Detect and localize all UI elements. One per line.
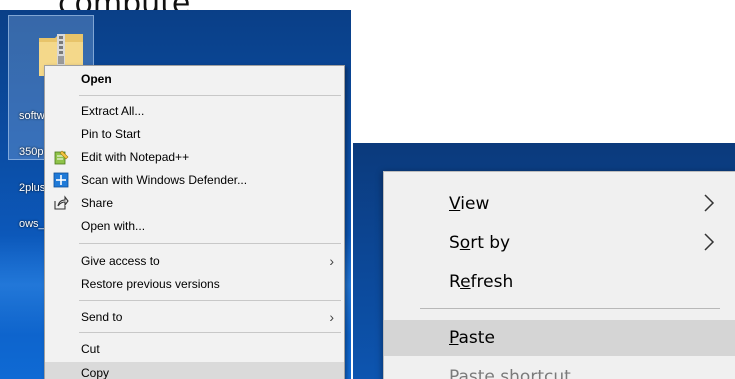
chevron-right-icon: ›: [329, 253, 334, 269]
menu-item-send-to[interactable]: Send to ›: [45, 306, 344, 328]
menu-separator: [79, 95, 341, 96]
menu-separator: [79, 300, 341, 301]
notepad-plus-plus-icon: [54, 150, 69, 165]
menu-item-paste-shortcut: Paste shortcut: [449, 367, 571, 379]
desktop-background-left[interactable]: softw 350p 2plus ows_ 1 Open Extract All…: [0, 10, 351, 379]
desktop-background-right[interactable]: View Sort by Refresh Paste Paste shortcu…: [353, 143, 735, 379]
menu-item-open-with[interactable]: Open with...: [45, 215, 344, 237]
menu-item-share[interactable]: Share: [45, 192, 344, 214]
chevron-right-icon: ›: [329, 309, 334, 325]
windows-defender-icon: [53, 172, 69, 188]
file-context-menu: Open Extract All... Pin to Start Edit wi…: [44, 65, 345, 379]
menu-item-open[interactable]: Open: [45, 68, 344, 90]
menu-item-pin-to-start[interactable]: Pin to Start: [45, 123, 344, 145]
menu-item-refresh[interactable]: Refresh: [384, 264, 735, 300]
menu-item-edit-with-notepad[interactable]: Edit with Notepad++: [45, 146, 344, 168]
menu-item-sort-by[interactable]: Sort by: [384, 225, 735, 261]
menu-item-extract-all[interactable]: Extract All...: [45, 100, 344, 122]
menu-item-scan-windows-defender[interactable]: Scan with Windows Defender...: [45, 169, 344, 191]
menu-separator: [79, 332, 341, 333]
menu-item-paste[interactable]: Paste: [384, 320, 735, 356]
chevron-right-icon: [704, 233, 715, 251]
menu-item-restore-previous-versions[interactable]: Restore previous versions: [45, 273, 344, 295]
share-icon: [54, 195, 69, 210]
menu-item-copy[interactable]: Copy: [45, 362, 344, 379]
menu-item-view[interactable]: View: [384, 186, 735, 222]
chevron-right-icon: [704, 194, 715, 212]
menu-item-give-access-to[interactable]: Give access to ›: [45, 250, 344, 272]
menu-item-cut[interactable]: Cut: [45, 338, 344, 360]
menu-separator: [79, 243, 341, 244]
menu-separator: [420, 308, 720, 309]
desktop-context-menu: View Sort by Refresh Paste Paste shortcu…: [383, 171, 735, 379]
